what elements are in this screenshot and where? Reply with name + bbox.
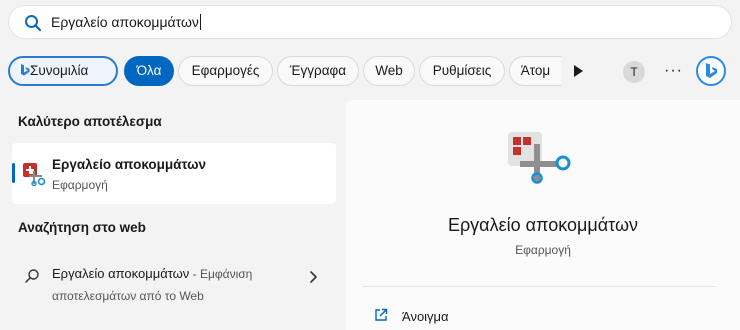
tab-apps[interactable]: Εφαρμογές (178, 56, 273, 86)
avatar[interactable]: T (623, 61, 645, 83)
web-search-suffix: - Εμφάνιση (189, 267, 253, 281)
scroll-right-icon[interactable] (574, 65, 583, 77)
best-match-subtitle: Εφαρμογή (52, 178, 108, 192)
best-match-heading: Καλύτερο αποτέλεσμα (18, 114, 162, 129)
web-search-line2: αποτελεσμάτων από το Web (52, 289, 204, 303)
search-icon (25, 15, 42, 32)
text-caret (199, 14, 201, 30)
search-input[interactable]: Εργαλείο αποκομμάτων (51, 14, 201, 30)
open-action[interactable]: Άνοιγμα (402, 309, 449, 324)
selection-indicator (12, 163, 15, 183)
more-options-icon[interactable]: ··· (664, 62, 683, 80)
preview-pane: Εργαλείο αποκομμάτων Εφαρμογή Άνοιγμα (346, 100, 740, 330)
chat-chip-label: Συνομιλία (30, 63, 89, 78)
best-match-result[interactable]: Εργαλείο αποκομμάτων Εφαρμογή (12, 143, 336, 204)
web-search-heading: Αναζήτηση στο web (18, 220, 146, 235)
chat-chip[interactable]: Συνομιλία (8, 56, 118, 86)
chevron-right-icon[interactable] (308, 270, 318, 284)
web-search-icon (25, 269, 39, 283)
divider (362, 286, 716, 287)
preview-title: Εργαλείο αποκομμάτων (447, 215, 639, 235)
bing-button[interactable] (696, 56, 726, 86)
tab-all[interactable]: Όλα (124, 56, 174, 86)
tab-people[interactable]: Άτομ (509, 56, 561, 86)
bing-chat-icon (21, 64, 30, 76)
tab-settings[interactable]: Ρυθμίσεις (419, 56, 505, 86)
preview-subtitle: Εφαρμογή (515, 243, 571, 257)
web-search-result[interactable]: Εργαλείο αποκομμάτων - Εμφάνιση αποτελεσ… (12, 256, 336, 306)
web-search-query: Εργαλείο αποκομμάτων (52, 266, 190, 281)
snipping-tool-icon (23, 163, 46, 186)
bing-icon (706, 63, 717, 78)
tab-documents[interactable]: Έγγραφα (277, 56, 359, 86)
open-external-icon[interactable] (374, 308, 388, 322)
snipping-tool-large-icon (508, 132, 571, 184)
web-search-text: Εργαλείο αποκομμάτων - Εμφάνιση αποτελεσ… (52, 263, 302, 307)
tab-web[interactable]: Web (363, 56, 415, 86)
best-match-title: Εργαλείο αποκομμάτων (52, 157, 207, 172)
search-box[interactable]: Εργαλείο αποκομμάτων (8, 5, 732, 39)
